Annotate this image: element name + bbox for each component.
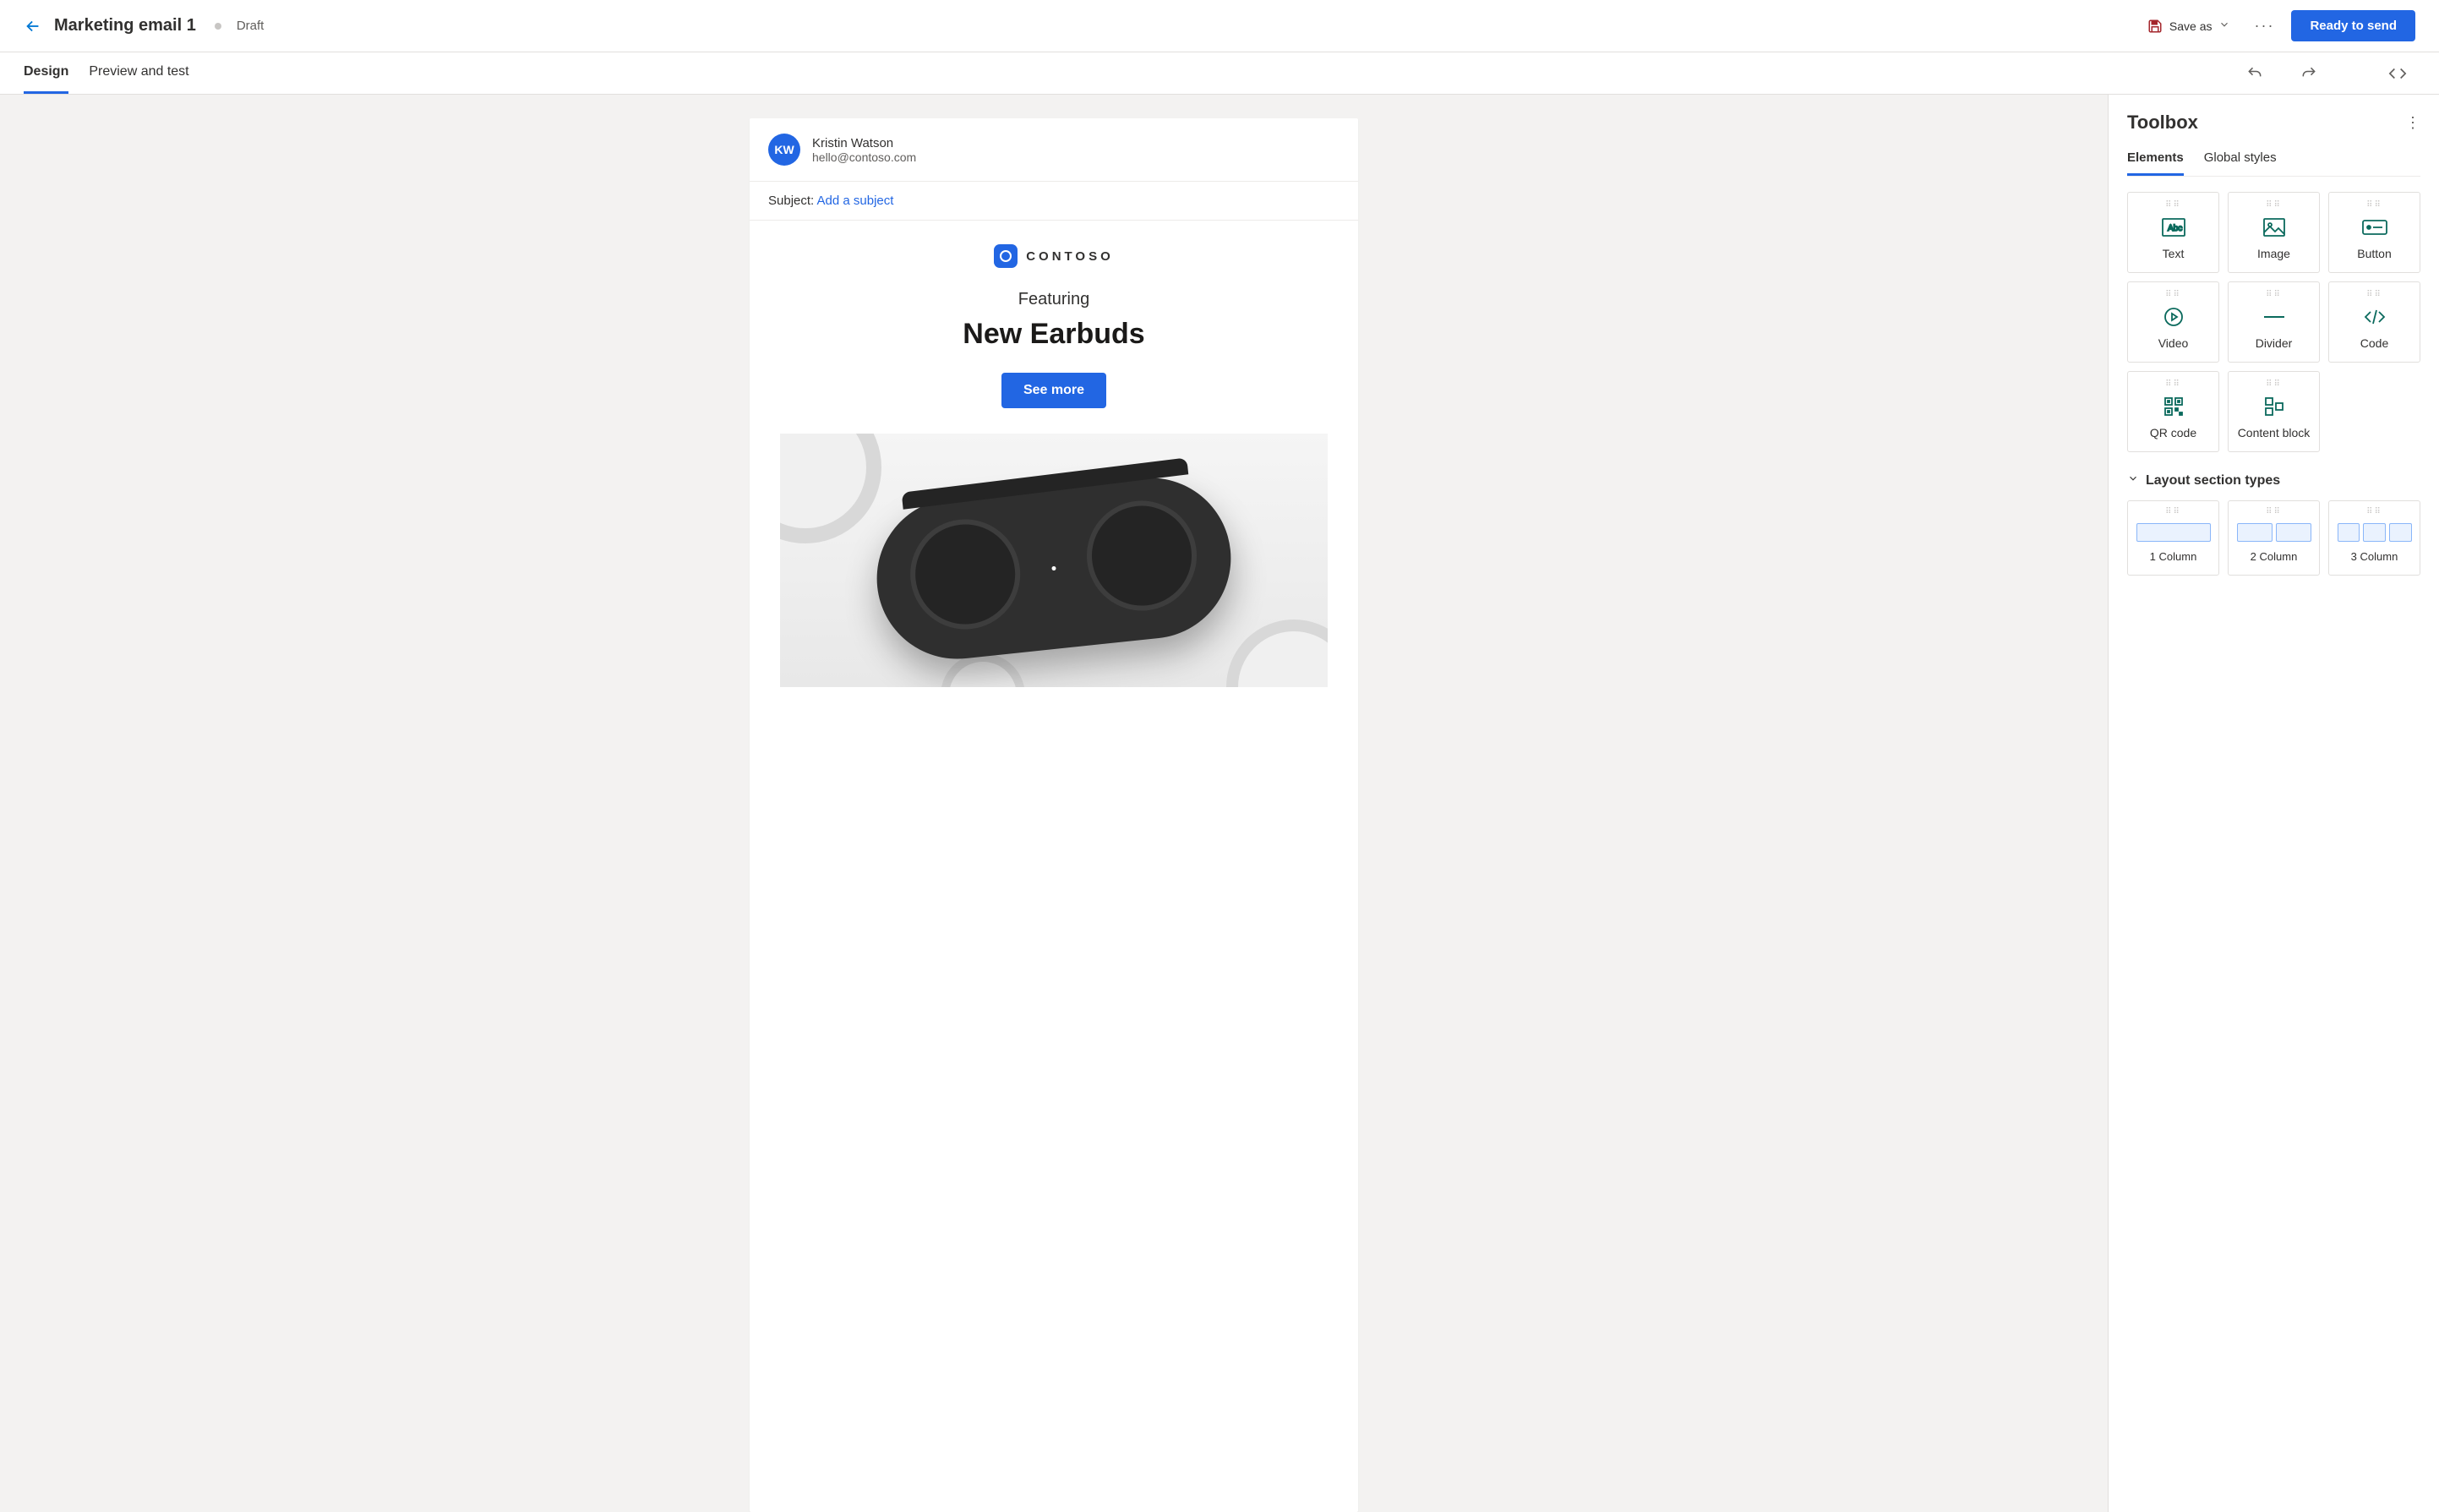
drag-handle-icon: ⠿⠿ <box>2165 382 2181 387</box>
ready-to-send-button[interactable]: Ready to send <box>2291 10 2415 41</box>
image-icon <box>2263 216 2285 238</box>
element-grid: ⠿⠿ Abc Text ⠿⠿ Image ⠿⠿ <box>2127 192 2420 452</box>
undo-icon[interactable] <box>2238 58 2272 89</box>
element-label: QR code <box>2150 426 2196 439</box>
more-vertical-icon[interactable]: ⋮ <box>2405 114 2420 132</box>
brand-row: CONTOSO <box>780 244 1328 268</box>
page-title: Marketing email 1 <box>54 16 196 35</box>
text-icon: Abc <box>2162 216 2185 238</box>
element-label: Content block <box>2238 426 2311 439</box>
tab-design[interactable]: Design <box>24 52 68 94</box>
element-content-block[interactable]: ⠿⠿ Content block <box>2228 371 2320 452</box>
canvas-area[interactable]: KW Kristin Watson hello@contoso.com Subj… <box>0 95 2108 1512</box>
brand-logo-icon <box>994 244 1018 268</box>
hero-title: New Earbuds <box>780 318 1328 351</box>
add-subject-link[interactable]: Add a subject <box>817 194 894 208</box>
sender-name: Kristin Watson <box>812 136 916 150</box>
status-label: Draft <box>237 19 265 33</box>
back-arrow-icon[interactable] <box>24 17 42 35</box>
save-icon <box>2147 19 2163 34</box>
element-divider[interactable]: ⠿⠿ Divider <box>2228 281 2320 363</box>
qr-code-icon <box>2164 396 2183 418</box>
video-icon <box>2163 306 2184 328</box>
code-view-icon[interactable] <box>2380 57 2415 90</box>
drag-handle-icon: ⠿⠿ <box>2266 510 2282 515</box>
element-image[interactable]: ⠿⠿ Image <box>2228 192 2320 273</box>
subject-label: Subject: <box>768 194 814 208</box>
element-text[interactable]: ⠿⠿ Abc Text <box>2127 192 2219 273</box>
save-as-label: Save as <box>2169 19 2213 33</box>
element-code[interactable]: ⠿⠿ Code <box>2328 281 2420 363</box>
chevron-down-icon <box>2127 472 2139 489</box>
brand-name: CONTOSO <box>1026 249 1114 264</box>
layout-section-title: Layout section types <box>2146 473 2280 489</box>
layout-label: 3 Column <box>2351 550 2398 563</box>
drag-handle-icon: ⠿⠿ <box>2366 510 2382 515</box>
avatar: KW <box>768 134 800 166</box>
element-label: Divider <box>2256 336 2293 350</box>
chevron-down-icon <box>2218 19 2230 33</box>
header-bar: Marketing email 1 Draft Save as ··· Read… <box>0 0 2439 52</box>
layout-3-column[interactable]: ⠿⠿ 3 Column <box>2328 500 2420 576</box>
element-label: Image <box>2257 247 2290 260</box>
toolbox-panel: Toolbox ⋮ Elements Global styles ⠿⠿ Abc … <box>2108 95 2439 1512</box>
divider-icon <box>2262 306 2286 328</box>
layout-1-column[interactable]: ⠿⠿ 1 Column <box>2127 500 2219 576</box>
sender-row[interactable]: KW Kristin Watson hello@contoso.com <box>750 118 1358 182</box>
element-label: Text <box>2163 247 2185 260</box>
drag-handle-icon: ⠿⠿ <box>2366 292 2382 297</box>
content-block-icon <box>2264 396 2284 418</box>
hero-image[interactable] <box>780 434 1328 687</box>
drag-handle-icon: ⠿⠿ <box>2165 292 2181 297</box>
toolbox-tab-global-styles[interactable]: Global styles <box>2204 142 2277 176</box>
layout-section-header[interactable]: Layout section types <box>2127 472 2420 489</box>
tab-preview-test[interactable]: Preview and test <box>89 52 188 94</box>
more-horizontal-icon[interactable]: ··· <box>2249 12 2279 40</box>
layout-label: 1 Column <box>2150 550 2197 563</box>
status-dot-icon <box>215 23 221 30</box>
element-label: Video <box>2158 336 2189 350</box>
sender-email: hello@contoso.com <box>812 150 916 164</box>
element-video[interactable]: ⠿⠿ Video <box>2127 281 2219 363</box>
layout-2-column[interactable]: ⠿⠿ 2 Column <box>2228 500 2320 576</box>
view-tabs: Design Preview and test <box>0 52 2439 95</box>
svg-text:Abc: Abc <box>2168 224 2182 233</box>
drag-handle-icon: ⠿⠿ <box>2266 203 2282 208</box>
button-icon <box>2362 216 2387 238</box>
drag-handle-icon: ⠿⠿ <box>2266 382 2282 387</box>
layout-label: 2 Column <box>2251 550 2298 563</box>
element-label: Button <box>2357 247 2391 260</box>
drag-handle-icon: ⠿⠿ <box>2165 203 2181 208</box>
element-qr-code[interactable]: ⠿⠿ QR code <box>2127 371 2219 452</box>
email-body[interactable]: CONTOSO Featuring New Earbuds See more <box>750 221 1358 687</box>
element-button[interactable]: ⠿⠿ Button <box>2328 192 2420 273</box>
email-card: KW Kristin Watson hello@contoso.com Subj… <box>750 118 1358 1512</box>
drag-handle-icon: ⠿⠿ <box>2266 292 2282 297</box>
see-more-button[interactable]: See more <box>1001 373 1106 408</box>
drag-handle-icon: ⠿⠿ <box>2165 510 2181 515</box>
toolbox-title: Toolbox <box>2127 112 2198 134</box>
redo-icon[interactable] <box>2292 58 2326 89</box>
element-label: Code <box>2360 336 2388 350</box>
code-icon <box>2364 306 2386 328</box>
layout-grid: ⠿⠿ 1 Column ⠿⠿ 2 Column ⠿⠿ 3 Column <box>2127 500 2420 576</box>
toolbox-tab-elements[interactable]: Elements <box>2127 142 2184 176</box>
featuring-text: Featuring <box>780 290 1328 309</box>
subject-row[interactable]: Subject: Add a subject <box>750 182 1358 221</box>
drag-handle-icon: ⠿⠿ <box>2366 203 2382 208</box>
save-as-button[interactable]: Save as <box>2141 14 2238 39</box>
